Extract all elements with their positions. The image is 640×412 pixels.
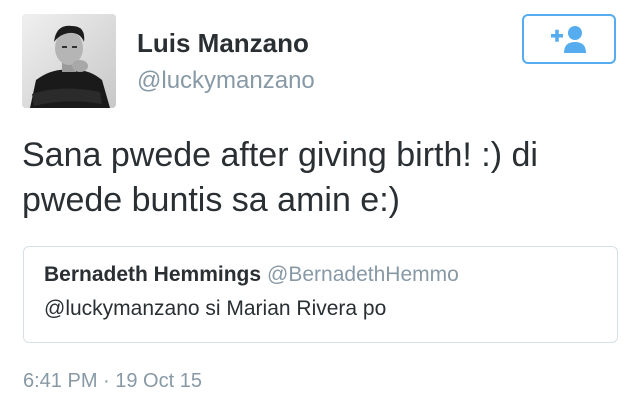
tweet-timestamp[interactable]: 6:41 PM · 19 Oct 15 bbox=[23, 370, 202, 393]
quoted-tweet-header: Bernadeth Hemmings @BernadethHemmo bbox=[44, 263, 459, 287]
author-display-name[interactable]: Luis Manzano bbox=[137, 28, 309, 59]
follow-button[interactable] bbox=[522, 14, 616, 64]
tweet-text: Sana pwede after giving birth! :) di pwe… bbox=[22, 136, 538, 219]
quoted-tweet-card[interactable]: Bernadeth Hemmings @BernadethHemmo @lucky… bbox=[23, 246, 618, 343]
quoted-author-handle: @BernadethHemmo bbox=[267, 263, 459, 286]
author-handle[interactable]: @luckymanzano bbox=[137, 67, 315, 95]
avatar[interactable] bbox=[22, 14, 116, 108]
add-user-icon bbox=[551, 26, 586, 53]
quoted-author-name: Bernadeth Hemmings bbox=[44, 263, 262, 286]
quoted-tweet-text: @luckymanzano si Marian Rivera po bbox=[44, 297, 387, 320]
profile-photo bbox=[22, 14, 116, 108]
